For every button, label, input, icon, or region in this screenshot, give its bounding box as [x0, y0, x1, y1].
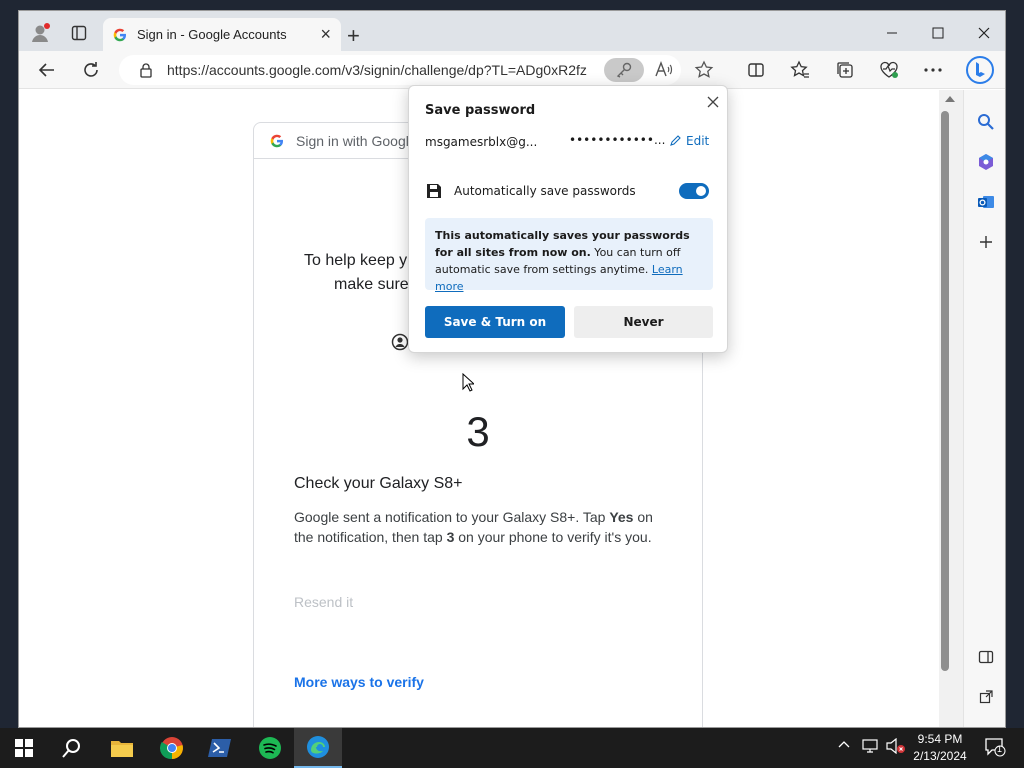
edge-icon[interactable]	[294, 728, 342, 768]
info-box: This automatically saves your passwords …	[425, 218, 713, 293]
maximize-icon[interactable]	[915, 23, 961, 43]
scrollbar-thumb[interactable]	[941, 111, 949, 671]
profile-icon[interactable]	[27, 19, 55, 47]
back-icon[interactable]	[32, 55, 62, 85]
taskbar: 1	[0, 728, 1024, 768]
google-favicon-icon	[113, 28, 126, 41]
sidebar-rail	[963, 90, 1005, 727]
microsoft-365-icon[interactable]	[972, 148, 1000, 176]
address-bar[interactable]: https://accounts.google.com/v3/signin/ch…	[119, 55, 714, 85]
tab-title: Sign in - Google Accounts	[137, 27, 287, 42]
edit-label: Edit	[686, 134, 710, 148]
google-logo-icon	[270, 134, 283, 147]
bing-copilot-icon[interactable]	[964, 54, 996, 86]
tray-chevron-up-icon[interactable]	[838, 738, 850, 752]
clock-time: 9:54 PM	[917, 732, 963, 746]
collections-icon[interactable]	[830, 55, 860, 85]
intro-line-2: make sure	[334, 276, 409, 293]
tab-bar: Sign in - Google Accounts × +	[19, 11, 1005, 51]
account-circle-icon	[391, 333, 409, 356]
spotify-icon[interactable]	[246, 728, 294, 768]
more-ways-link[interactable]: More ways to verify	[294, 674, 424, 690]
card-header-text: Sign in with Google	[296, 132, 417, 149]
new-tab-icon[interactable]: +	[347, 23, 360, 49]
powershell-icon[interactable]	[196, 728, 244, 768]
tab-sign-in[interactable]: Sign in - Google Accounts ×	[103, 18, 341, 51]
verification-number: 3	[466, 408, 490, 455]
save-and-turn-on-button[interactable]: Save & Turn on	[425, 306, 565, 338]
search-icon[interactable]	[972, 108, 1000, 136]
floppy-disk-icon	[427, 184, 441, 198]
open-external-icon[interactable]	[972, 683, 1000, 711]
saved-username: msgamesrblx@g...	[425, 135, 538, 149]
tab-actions-icon[interactable]	[65, 19, 93, 47]
never-button[interactable]: Never	[574, 306, 713, 338]
saved-password: ••••••••••••...	[569, 133, 666, 147]
file-explorer-icon[interactable]	[98, 728, 146, 768]
intro-line-1: To help keep y	[304, 252, 408, 269]
auto-save-label: Automatically save passwords	[454, 184, 636, 198]
save-password-popup: Save password msgamesrblx@g... •••••••••…	[408, 85, 728, 353]
pencil-icon	[670, 135, 681, 146]
favorites-icon[interactable]	[785, 55, 815, 85]
popup-title: Save password	[425, 103, 536, 118]
browser-toolbar: https://accounts.google.com/v3/signin/ch…	[19, 51, 1005, 89]
clock-date: 2/13/2024	[913, 749, 967, 763]
lock-icon[interactable]	[139, 62, 153, 78]
hide-sidebar-icon[interactable]	[972, 643, 1000, 671]
browser-essentials-icon[interactable]	[874, 55, 904, 85]
close-window-icon[interactable]	[961, 23, 1005, 43]
notification-center-icon[interactable]: 1	[984, 736, 1006, 761]
start-windows-icon[interactable]	[0, 728, 48, 768]
close-tab-icon[interactable]: ×	[320, 24, 331, 45]
auto-save-toggle[interactable]	[679, 183, 709, 199]
refresh-icon[interactable]	[76, 55, 106, 85]
split-screen-icon[interactable]	[741, 55, 771, 85]
resend-link[interactable]: Resend it	[294, 594, 353, 610]
url-text[interactable]: https://accounts.google.com/v3/signin/ch…	[167, 62, 587, 78]
network-icon[interactable]	[862, 738, 880, 757]
check-device-heading: Check your Galaxy S8+	[294, 475, 463, 492]
password-key-icon[interactable]	[604, 58, 644, 82]
edit-button[interactable]: Edit	[669, 134, 709, 148]
notification-count: 1	[997, 744, 1003, 754]
auto-save-row: Automatically save passwords	[425, 182, 636, 200]
scrollbar[interactable]	[939, 90, 963, 727]
minimize-icon[interactable]	[869, 23, 915, 43]
search-taskbar-icon[interactable]	[48, 728, 96, 768]
read-aloud-icon[interactable]	[654, 60, 674, 83]
chrome-icon[interactable]	[148, 728, 196, 768]
close-icon[interactable]	[703, 92, 723, 112]
mouse-cursor-icon	[462, 372, 476, 398]
add-icon[interactable]	[972, 228, 1000, 256]
volume-muted-icon[interactable]	[886, 737, 906, 757]
instructions-text: Google sent a notification to your Galax…	[294, 509, 653, 545]
more-options-icon[interactable]	[918, 55, 948, 85]
taskbar-clock[interactable]: 9:54 PM 2/13/2024	[905, 731, 975, 765]
outlook-icon[interactable]	[972, 188, 1000, 216]
favorite-star-icon[interactable]	[694, 60, 714, 83]
